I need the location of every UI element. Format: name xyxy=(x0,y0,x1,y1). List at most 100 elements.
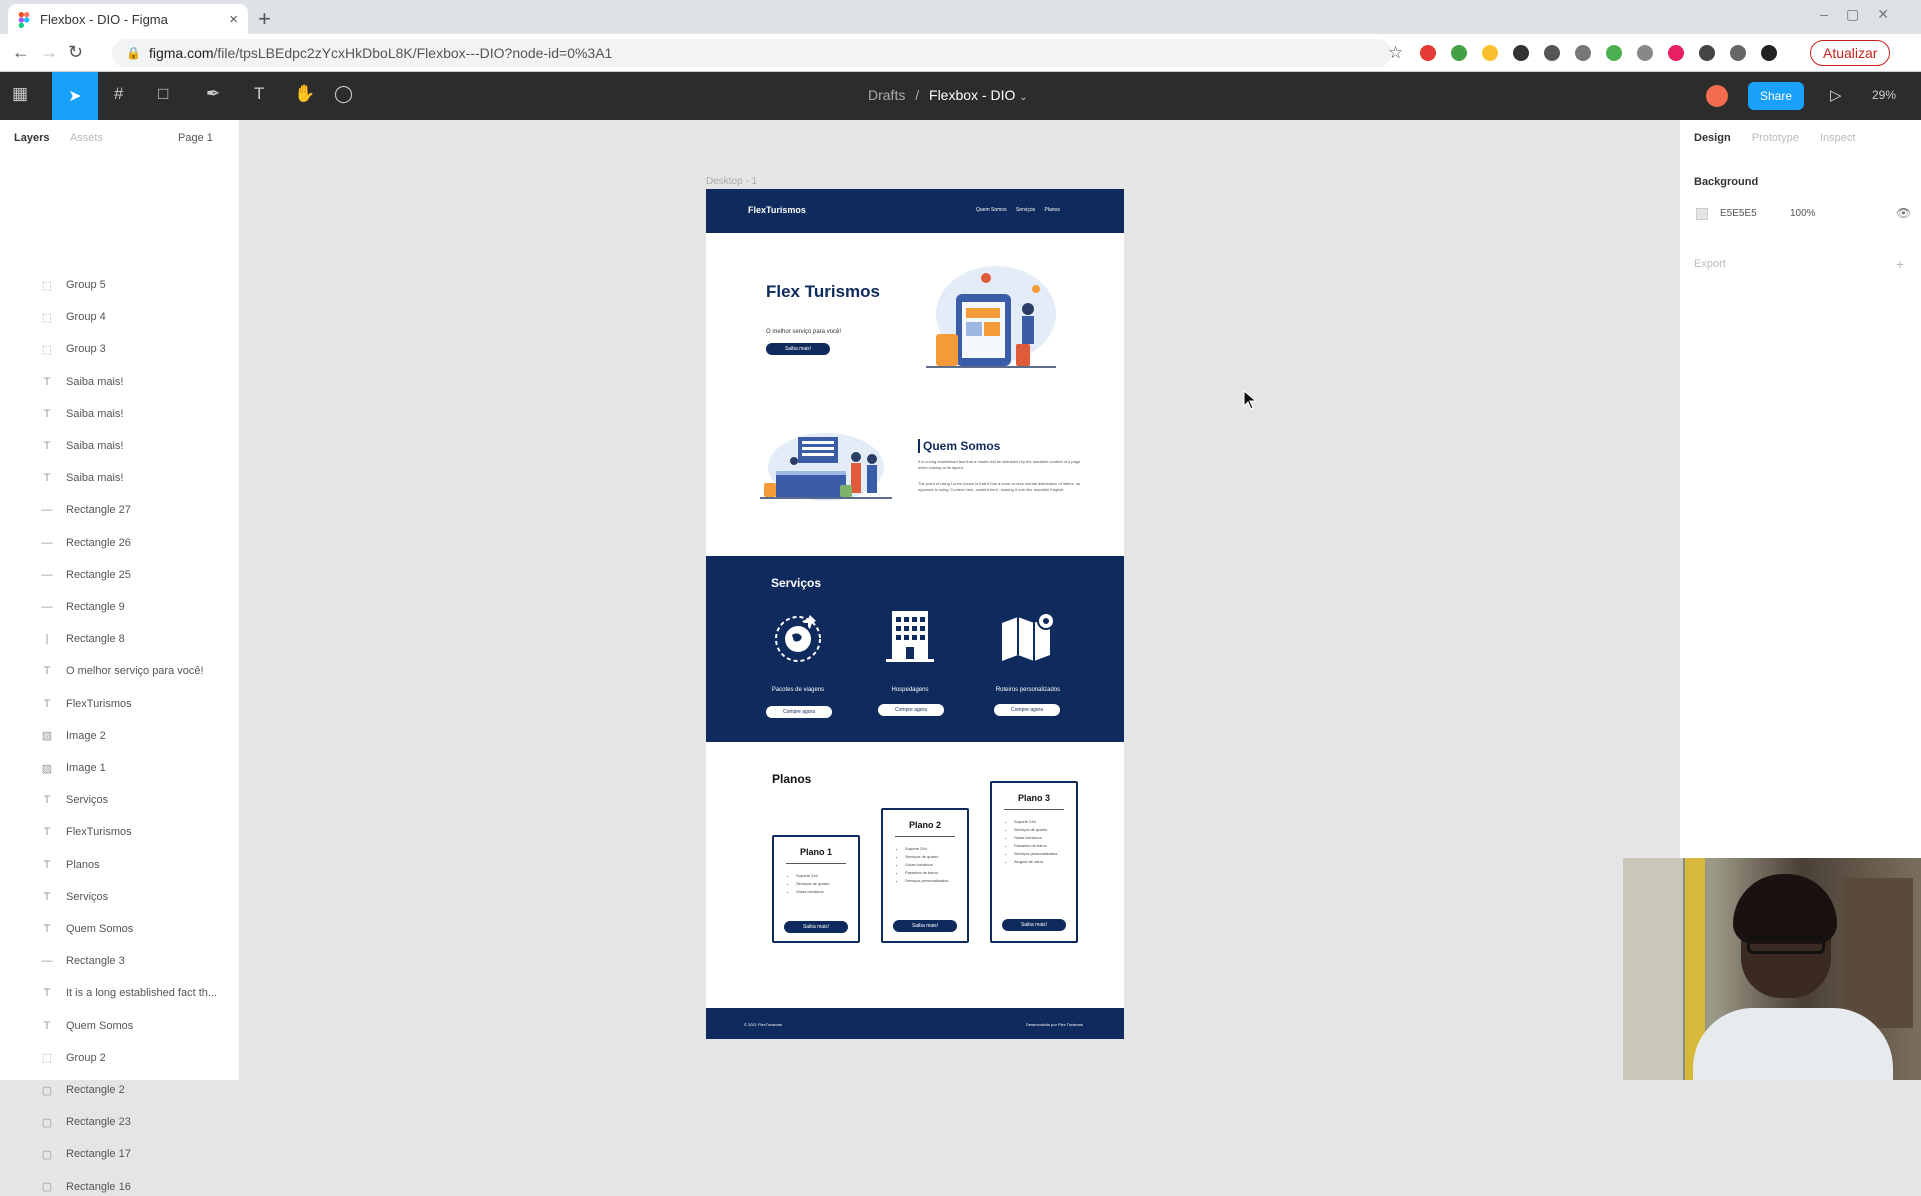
layer-row[interactable]: | Rectangle 8 xyxy=(40,630,125,648)
avatar[interactable] xyxy=(1706,85,1728,107)
layer-row[interactable]: — Rectangle 9 xyxy=(40,598,125,616)
service-button: Compre agora xyxy=(878,704,944,716)
line-layer-icon: — xyxy=(41,955,53,968)
text-layer-icon: T xyxy=(43,665,51,678)
layer-row[interactable]: ▢ Rectangle 16 xyxy=(40,1178,131,1196)
background-hex-input[interactable]: E5E5E5 xyxy=(1720,208,1757,219)
layer-row[interactable]: — Rectangle 26 xyxy=(40,534,131,552)
layer-row[interactable]: T Planos xyxy=(40,856,100,874)
main-menu-icon[interactable]: ▦ xyxy=(12,84,28,104)
close-tab-icon[interactable]: × xyxy=(229,11,238,28)
extension-icon[interactable] xyxy=(1420,45,1436,61)
page-selector[interactable]: Page 1 xyxy=(178,132,213,144)
window-controls[interactable]: –▢✕ xyxy=(1820,6,1907,23)
extension-icon[interactable] xyxy=(1606,45,1622,61)
layer-row[interactable]: ⬚ Group 2 xyxy=(40,1049,106,1067)
layer-row[interactable]: ▢ Rectangle 23 xyxy=(40,1113,131,1131)
eye-icon[interactable]: 👁 xyxy=(1896,206,1911,220)
layer-row[interactable]: T Serviços xyxy=(40,791,109,809)
layer-row[interactable]: T FlexTurismos xyxy=(40,823,132,841)
extension-icon[interactable] xyxy=(1451,45,1467,61)
bookmark-star-icon[interactable]: ☆ xyxy=(1388,43,1403,63)
layer-row[interactable]: T Quem Somos xyxy=(40,920,134,938)
layer-label: Rectangle 25 xyxy=(66,568,131,581)
plan-button: Saiba mais! xyxy=(784,921,848,933)
layer-row[interactable]: — Rectangle 3 xyxy=(40,952,125,970)
extension-icon[interactable] xyxy=(1730,45,1746,61)
zoom-level[interactable]: 29% xyxy=(1872,88,1896,102)
plan-feature: Serviços de quarto xyxy=(1014,826,1076,834)
chevron-down-icon[interactable]: ⌄ xyxy=(1019,92,1027,103)
share-button[interactable]: Share xyxy=(1748,82,1804,110)
layer-row[interactable]: — Rectangle 25 xyxy=(40,566,131,584)
extension-icon[interactable] xyxy=(1513,45,1529,61)
plan-name: Plano 2 xyxy=(908,820,941,830)
service-button: Compre agora xyxy=(994,704,1060,716)
rectangle-tool-icon[interactable]: □ xyxy=(158,84,168,104)
text-layer-icon: T xyxy=(43,794,51,807)
layer-row[interactable]: ⬚ Group 5 xyxy=(40,276,106,294)
file-name[interactable]: Flexbox - DIO xyxy=(929,87,1015,103)
hotel-building-icon xyxy=(882,607,938,670)
extension-icon[interactable] xyxy=(1544,45,1560,61)
layer-row[interactable]: T Saiba mais! xyxy=(40,405,124,423)
layer-row[interactable]: ▢ Rectangle 2 xyxy=(40,1081,125,1099)
new-tab-button[interactable]: + xyxy=(258,6,271,32)
comment-tool-icon[interactable]: ◯ xyxy=(334,84,353,104)
update-button[interactable]: Atualizar xyxy=(1810,40,1891,66)
layer-label: FlexTurismos xyxy=(66,697,132,710)
layer-row[interactable]: T It is a long established fact th... xyxy=(40,984,217,1002)
tab-prototype[interactable]: Prototype xyxy=(1752,132,1799,144)
url-input[interactable]: 🔒 figma.com /file/tpsLBEdpc2zYcxHkDboL8K… xyxy=(112,39,1392,67)
hand-tool-icon[interactable]: ✋ xyxy=(294,84,315,104)
extension-icon[interactable] xyxy=(1482,45,1498,61)
text-tool-icon[interactable]: T xyxy=(254,84,264,104)
layer-row[interactable]: ⬚ Group 3 xyxy=(40,340,106,358)
present-play-icon[interactable]: ▷ xyxy=(1830,86,1842,104)
plan-features: Suporte 24h Serviços de quarto Guias tur… xyxy=(905,845,967,885)
breadcrumb-drafts[interactable]: Drafts xyxy=(868,87,905,103)
desktop-frame[interactable]: FlexTurismos Quem Somos Serviços Planos … xyxy=(706,189,1124,1039)
extension-icon[interactable] xyxy=(1637,45,1653,61)
layer-row[interactable]: T Saiba mais! xyxy=(40,469,124,487)
browser-tab[interactable]: Flexbox - DIO - Figma × xyxy=(8,4,248,34)
layer-label: Image 2 xyxy=(66,729,106,742)
layer-row[interactable]: T Serviços xyxy=(40,888,109,906)
extension-icon[interactable] xyxy=(1668,45,1684,61)
move-tool-button[interactable]: ➤ xyxy=(52,72,98,120)
plan-feature: Guias turísticos xyxy=(905,861,967,869)
layer-row[interactable]: ▢ Rectangle 17 xyxy=(40,1145,131,1163)
forward-icon[interactable]: → xyxy=(40,42,58,63)
extension-icon[interactable] xyxy=(1761,45,1777,61)
rect-layer-icon: ▢ xyxy=(41,1116,53,1129)
back-icon[interactable]: ← xyxy=(12,42,30,63)
layer-row[interactable]: ⬚ Group 4 xyxy=(40,308,106,326)
layer-row[interactable]: T O melhor serviço para você! xyxy=(40,662,204,680)
service-label: Roteiros personalizados xyxy=(995,687,1061,693)
layer-row[interactable]: T Saiba mais! xyxy=(40,437,124,455)
plans-title: Planos xyxy=(772,772,812,786)
reload-icon[interactable]: ↻ xyxy=(68,42,83,63)
layer-label: Saiba mais! xyxy=(66,440,124,452)
layer-row[interactable]: T FlexTurismos xyxy=(40,695,132,713)
background-opacity-input[interactable]: 100% xyxy=(1790,208,1816,219)
tab-assets[interactable]: Assets xyxy=(70,132,103,144)
layer-row[interactable]: ▨ Image 2 xyxy=(40,727,106,745)
browser-tab-bar: Flexbox - DIO - Figma × + –▢✕ xyxy=(0,0,1921,34)
add-export-icon[interactable]: + xyxy=(1896,256,1904,272)
tab-inspect[interactable]: Inspect xyxy=(1820,132,1855,144)
layer-row[interactable]: T Quem Somos xyxy=(40,1017,134,1035)
tab-design[interactable]: Design xyxy=(1694,132,1731,144)
plan-feature: Guias turísticos xyxy=(1014,834,1076,842)
pen-tool-icon[interactable]: ✒ xyxy=(206,84,220,104)
layer-row[interactable]: T Saiba mais! xyxy=(40,373,124,391)
extension-icon[interactable] xyxy=(1699,45,1715,61)
frame-label[interactable]: Desktop - 1 xyxy=(706,176,757,187)
plan-name: Plano 1 xyxy=(799,847,832,857)
layer-row[interactable]: — Rectangle 27 xyxy=(40,501,131,519)
extension-icon[interactable] xyxy=(1575,45,1591,61)
layer-row[interactable]: ▨ Image 1 xyxy=(40,759,106,777)
tab-layers[interactable]: Layers xyxy=(14,132,49,144)
background-swatch[interactable] xyxy=(1696,208,1708,220)
frame-tool-icon[interactable]: # xyxy=(114,84,123,104)
